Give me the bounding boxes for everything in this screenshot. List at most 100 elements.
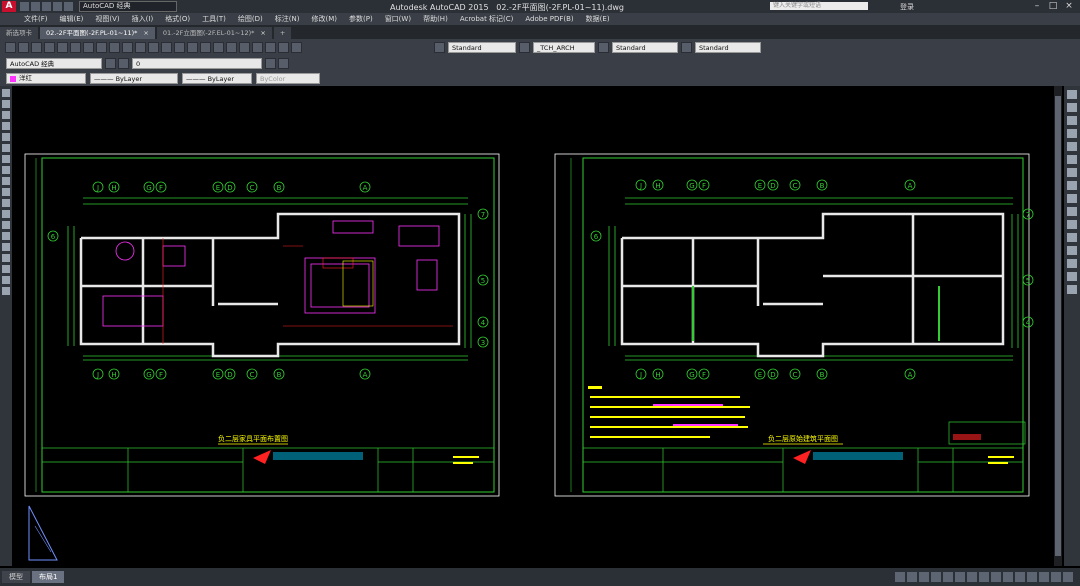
search-input[interactable]: 键入关键字或短语 bbox=[770, 2, 868, 10]
scale-icon[interactable] bbox=[1067, 181, 1077, 190]
polar-icon[interactable] bbox=[931, 572, 941, 582]
save-icon[interactable] bbox=[42, 2, 51, 11]
drawing-canvas[interactable]: J H G F E D C B A J H G F E D C B A 7 6 bbox=[13, 86, 1036, 568]
ellipse-arc-icon[interactable] bbox=[2, 199, 10, 207]
redo-icon[interactable] bbox=[148, 42, 159, 53]
mirror-icon[interactable] bbox=[1067, 116, 1077, 125]
menu-adobe-pdf[interactable]: Adobe PDF(B) bbox=[525, 15, 573, 23]
scroll-thumb[interactable] bbox=[1055, 96, 1061, 556]
region-icon[interactable] bbox=[2, 265, 10, 273]
lineweight-dropdown[interactable]: ——— ByLayer bbox=[182, 73, 252, 84]
menu-window[interactable]: 窗口(W) bbox=[385, 14, 411, 24]
move-icon[interactable] bbox=[1067, 155, 1077, 164]
construction-line-icon[interactable] bbox=[2, 100, 10, 108]
workspace-dropdown[interactable]: AutoCAD 经典 bbox=[79, 1, 177, 12]
rotate-icon[interactable] bbox=[1067, 168, 1077, 177]
copy-object-icon[interactable] bbox=[1067, 103, 1077, 112]
break-icon[interactable] bbox=[1067, 233, 1077, 242]
help-icon[interactable] bbox=[291, 42, 302, 53]
save-icon[interactable] bbox=[31, 42, 42, 53]
minimize-icon[interactable]: – bbox=[1030, 1, 1044, 11]
insert-block-icon[interactable] bbox=[2, 210, 10, 218]
redo-icon[interactable] bbox=[64, 2, 73, 11]
offset-icon[interactable] bbox=[1067, 129, 1077, 138]
menu-format[interactable]: 格式(O) bbox=[165, 14, 190, 24]
arc-icon[interactable] bbox=[2, 144, 10, 152]
menu-edit[interactable]: 编辑(E) bbox=[60, 14, 84, 24]
trim-icon[interactable] bbox=[1067, 207, 1077, 216]
menu-file[interactable]: 文件(F) bbox=[24, 14, 48, 24]
menu-tools[interactable]: 工具(T) bbox=[202, 14, 226, 24]
table-style-dropdown[interactable]: Standard bbox=[612, 42, 678, 53]
open-icon[interactable] bbox=[18, 42, 29, 53]
hardware-accel-icon[interactable] bbox=[1039, 572, 1049, 582]
tab-layout1[interactable]: 布局1 bbox=[32, 571, 65, 583]
make-block-icon[interactable] bbox=[2, 221, 10, 229]
maximize-icon[interactable]: □ bbox=[1046, 1, 1060, 11]
new-icon[interactable] bbox=[5, 42, 16, 53]
explode-icon[interactable] bbox=[1067, 285, 1077, 294]
undo-icon[interactable] bbox=[53, 2, 62, 11]
mtext-icon[interactable] bbox=[2, 287, 10, 295]
calculator-icon[interactable] bbox=[278, 42, 289, 53]
copy-icon[interactable] bbox=[96, 42, 107, 53]
color-dropdown[interactable]: 洋红 bbox=[6, 73, 86, 84]
tab-floor-plan[interactable]: 02.-2F平面图(-2F.PL-01~11)* × bbox=[40, 27, 155, 39]
markup-icon[interactable] bbox=[265, 42, 276, 53]
isolate-icon[interactable] bbox=[1027, 572, 1037, 582]
paper-space-icon[interactable] bbox=[895, 572, 905, 582]
print-icon[interactable] bbox=[44, 42, 55, 53]
ellipse-icon[interactable] bbox=[2, 188, 10, 196]
menu-view[interactable]: 视图(V) bbox=[95, 14, 119, 24]
point-icon[interactable] bbox=[2, 232, 10, 240]
workspace-settings-icon[interactable] bbox=[105, 58, 116, 69]
plotstyle-dropdown[interactable]: ByColor bbox=[256, 73, 320, 84]
hatch-icon[interactable] bbox=[2, 243, 10, 251]
linetype-dropdown[interactable]: ——— ByLayer bbox=[90, 73, 178, 84]
undo-icon[interactable] bbox=[135, 42, 146, 53]
rectangle-icon[interactable] bbox=[2, 133, 10, 141]
table-icon[interactable] bbox=[2, 276, 10, 284]
layer-manager-icon[interactable] bbox=[118, 58, 129, 69]
gear-icon[interactable] bbox=[1003, 572, 1013, 582]
polyline-icon[interactable] bbox=[2, 111, 10, 119]
revcloud-icon[interactable] bbox=[2, 166, 10, 174]
menu-modify[interactable]: 修改(M) bbox=[311, 14, 337, 24]
plus-icon[interactable] bbox=[1015, 572, 1025, 582]
ortho-icon[interactable] bbox=[919, 572, 929, 582]
new-file-icon[interactable] bbox=[20, 2, 29, 11]
polygon-icon[interactable] bbox=[2, 122, 10, 130]
erase-icon[interactable] bbox=[1067, 90, 1077, 99]
snap-icon[interactable] bbox=[907, 572, 917, 582]
tab-elevation[interactable]: 01.-2F立面图(-2F.EL-01~12)* × bbox=[156, 27, 272, 39]
annotation-scale-icon[interactable] bbox=[979, 572, 989, 582]
osnap-icon[interactable] bbox=[943, 572, 953, 582]
circle-icon[interactable] bbox=[2, 155, 10, 163]
text-style-dropdown[interactable]: Standard bbox=[448, 42, 516, 53]
workspace-switch-icon[interactable] bbox=[991, 572, 1001, 582]
zoom-icon[interactable] bbox=[174, 42, 185, 53]
menu-help[interactable]: 帮助(H) bbox=[423, 14, 448, 24]
chamfer-icon[interactable] bbox=[1067, 259, 1077, 268]
close-icon[interactable]: × bbox=[1062, 1, 1076, 11]
vertical-scrollbar[interactable] bbox=[1054, 86, 1062, 566]
properties-icon[interactable] bbox=[213, 42, 224, 53]
menu-data[interactable]: 数据(E) bbox=[586, 14, 610, 24]
menu-draw[interactable]: 绘图(D) bbox=[238, 14, 263, 24]
make-current-icon[interactable] bbox=[265, 58, 276, 69]
layer-dropdown[interactable]: 0 bbox=[132, 58, 262, 69]
clean-screen-icon[interactable] bbox=[1051, 572, 1061, 582]
menu-insert[interactable]: 插入(I) bbox=[132, 14, 154, 24]
dim-style-dropdown[interactable]: _TCH_ARCH bbox=[533, 42, 595, 53]
preview-icon[interactable] bbox=[57, 42, 68, 53]
workspace-combo[interactable]: AutoCAD 经典 bbox=[6, 58, 102, 69]
publish-icon[interactable] bbox=[70, 42, 81, 53]
mleader-style-dropdown[interactable]: Standard bbox=[695, 42, 761, 53]
fillet-icon[interactable] bbox=[1067, 272, 1077, 281]
gradient-icon[interactable] bbox=[2, 254, 10, 262]
close-icon[interactable]: × bbox=[260, 29, 265, 37]
tab-add[interactable]: + bbox=[273, 27, 292, 39]
join-icon[interactable] bbox=[1067, 246, 1077, 255]
user-label[interactable]: 登录 bbox=[900, 2, 914, 12]
customize-icon[interactable] bbox=[1063, 572, 1073, 582]
